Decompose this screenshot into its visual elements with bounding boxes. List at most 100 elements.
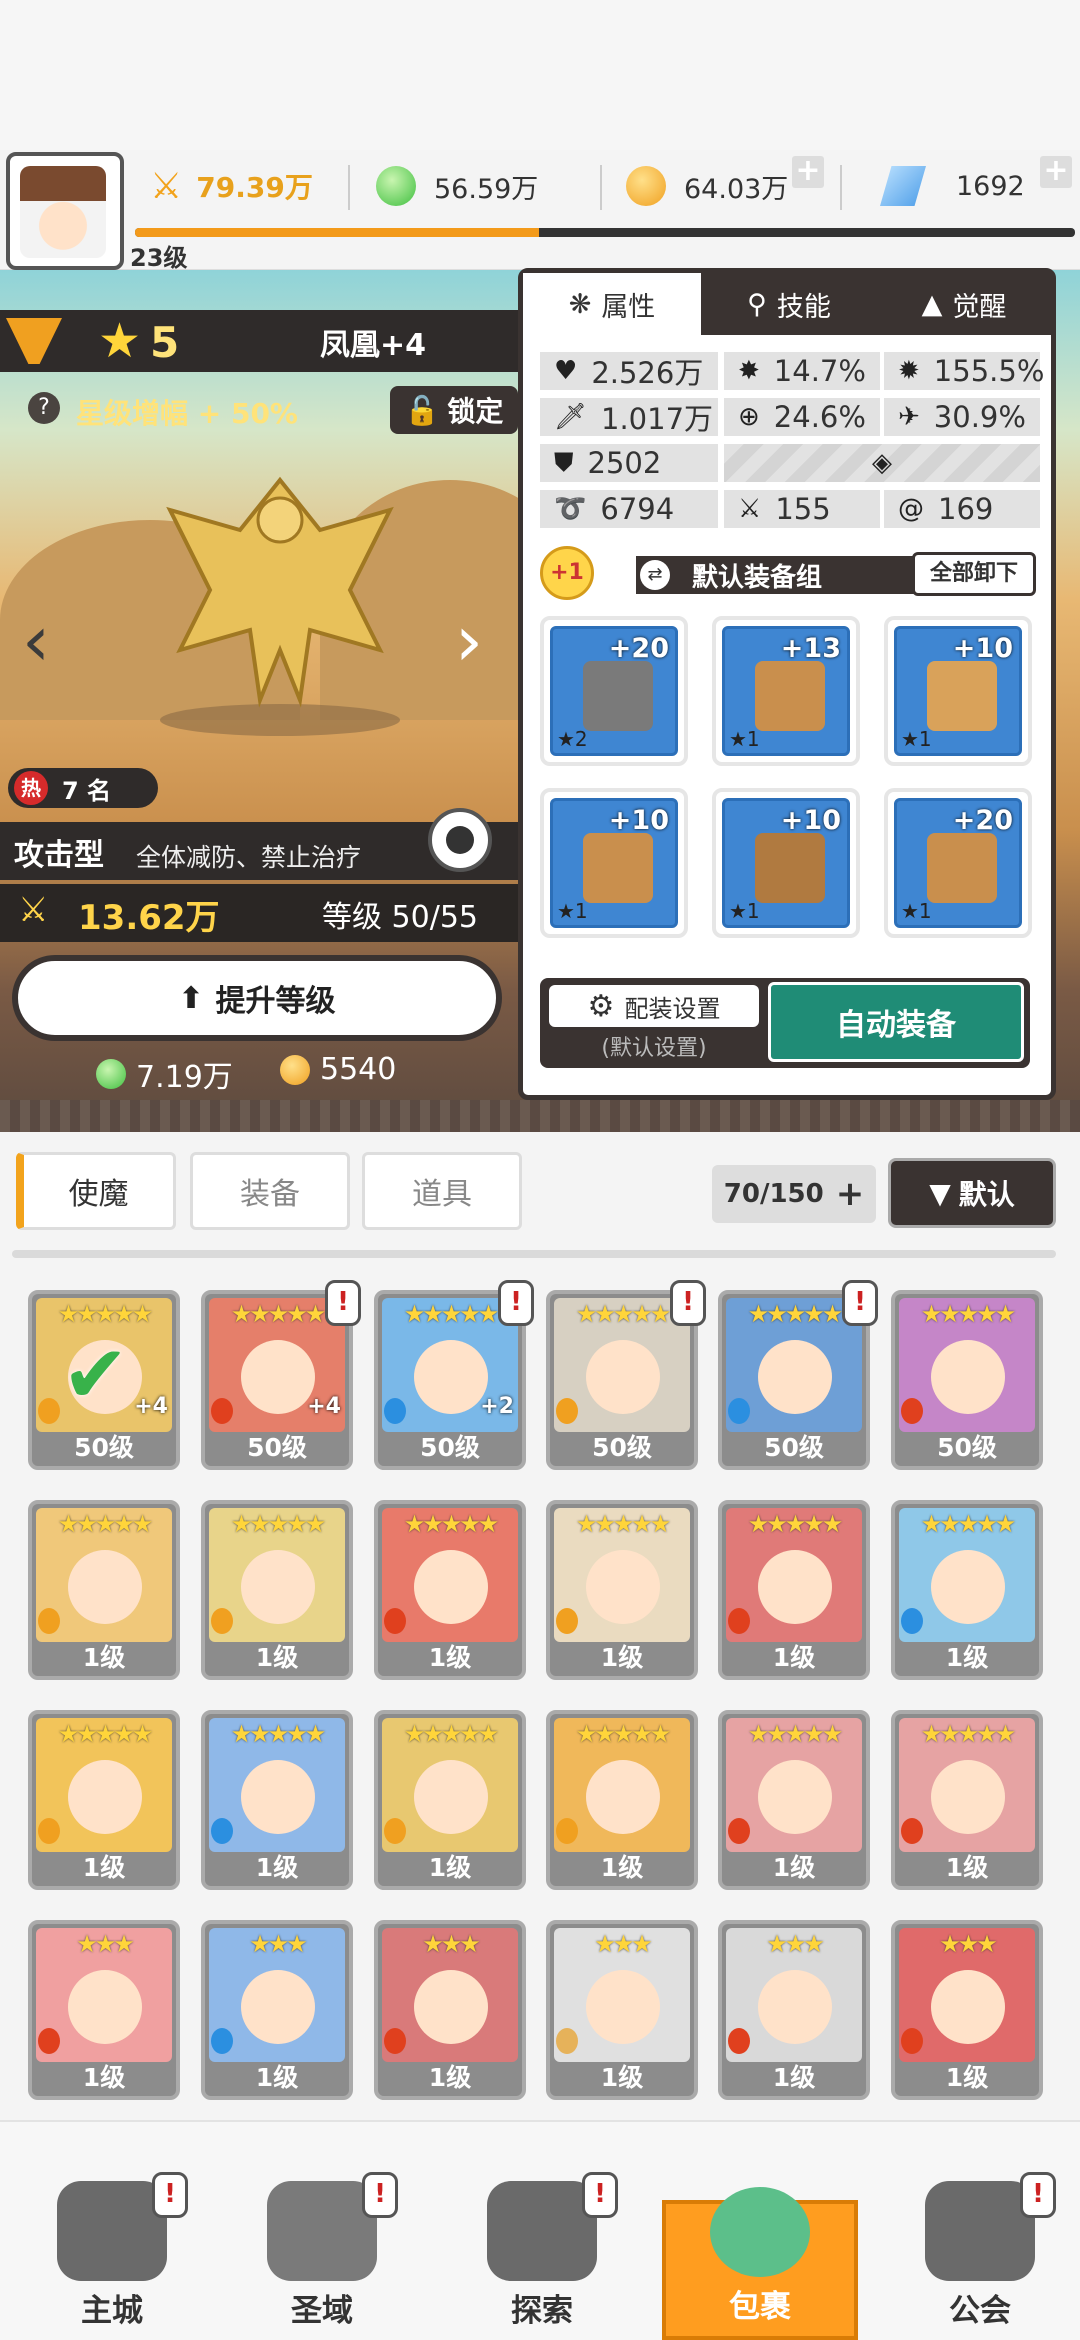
- familiar-level: 1级: [82, 1643, 126, 1672]
- familiar-level: 1级: [255, 2063, 299, 2092]
- familiar-card[interactable]: ★★★★★ 50级: [891, 1290, 1043, 1470]
- add-slots-icon[interactable]: +: [836, 1174, 865, 1214]
- stat-crit-rate: ✸ 14.7%: [724, 352, 880, 390]
- slot-enhance-level: +10: [608, 805, 669, 836]
- equip-slot-belt[interactable]: +10 ★1: [540, 788, 688, 938]
- burst-icon: ✸: [738, 356, 760, 386]
- element-icon: [384, 1398, 406, 1424]
- heart-icon: ♥: [554, 356, 578, 386]
- green-orb-icon: [376, 166, 416, 206]
- element-icon: [384, 1608, 406, 1634]
- element-icon: [384, 2028, 406, 2054]
- upgrade-level-button[interactable]: ⬆ 提升等级: [12, 955, 502, 1041]
- familiar-stars: ★★★: [939, 1930, 998, 1958]
- familiar-card[interactable]: ★★★★★ 1级: [546, 1500, 698, 1680]
- familiar-card[interactable]: ★★★★★ 1级: [891, 1500, 1043, 1680]
- familiar-plus: +4: [307, 1394, 341, 1419]
- familiar-face: [586, 1340, 660, 1414]
- sun-icon: ✹: [898, 356, 920, 386]
- familiar-card[interactable]: ★★★ 1级: [718, 1920, 870, 2100]
- hero-power: 13.62万: [78, 898, 220, 938]
- reset-icon[interactable]: [428, 808, 492, 872]
- skill-icon: ⚲: [747, 288, 767, 320]
- slot-enhance-level: +10: [952, 633, 1013, 664]
- familiar-card[interactable]: ★★★★★ 1级: [374, 1710, 526, 1890]
- equip-slot-sword[interactable]: +20 ★2: [540, 616, 688, 766]
- familiar-card[interactable]: ★★★★★ 1级: [718, 1500, 870, 1680]
- slot-stars: ★1: [901, 899, 932, 923]
- familiar-card[interactable]: ★★★★★ 1级: [201, 1710, 353, 1890]
- familiar-card[interactable]: ★★★★★ 1级: [546, 1710, 698, 1890]
- slot-stars: ★1: [729, 899, 760, 923]
- familiar-card[interactable]: ★★★ 1级: [28, 1920, 180, 2100]
- familiar-card[interactable]: ★★★★★ 1级: [201, 1500, 353, 1680]
- familiar-card[interactable]: ★★★★★ 1级: [374, 1500, 526, 1680]
- tab-familiars[interactable]: 使魔: [16, 1152, 176, 1230]
- familiar-card[interactable]: ★★★ 1级: [201, 1920, 353, 2100]
- inventory-count: 70/150 +: [712, 1165, 876, 1223]
- familiar-level: 1级: [600, 1853, 644, 1882]
- familiar-level: 1级: [772, 1853, 816, 1882]
- green-orb-icon: [96, 1059, 126, 1089]
- familiar-stars: ★★★★★: [920, 1510, 1017, 1538]
- shield-icon: ⛊: [554, 447, 574, 478]
- divider: [600, 165, 602, 210]
- tab-skills[interactable]: ⚲ 技能: [701, 273, 877, 335]
- tab-attributes[interactable]: ❋ 属性: [523, 273, 701, 335]
- familiar-card[interactable]: ★★★★★ 50级 +4 ✔: [28, 1290, 180, 1470]
- loadout-settings-button[interactable]: ⚙ 配装设置: [549, 985, 759, 1027]
- sword-stone-icon: [487, 2181, 597, 2281]
- hero-star-count: 5: [150, 318, 180, 367]
- next-hero-arrow[interactable]: ›: [455, 600, 483, 682]
- familiar-card[interactable]: ★★★ 1级: [546, 1920, 698, 2100]
- gear-icon: ⚙: [587, 988, 615, 1024]
- equip-slot-necklace[interactable]: +10 ★1: [712, 788, 860, 938]
- lock-button[interactable]: 🔓 锁定: [390, 386, 518, 434]
- equip-slot-helmet[interactable]: +13 ★1: [712, 616, 860, 766]
- element-icon: [556, 2028, 578, 2054]
- familiar-card[interactable]: ★★★★★ 1级: [28, 1500, 180, 1680]
- equip-group-selector[interactable]: 默认装备组: [636, 556, 916, 594]
- nav-bag[interactable]: 包裹: [662, 2187, 858, 2340]
- phoenix-hero-sprite: [160, 476, 400, 736]
- player-level: 23级: [130, 244, 188, 272]
- familiar-face: [68, 1550, 142, 1624]
- help-icon[interactable]: ?: [28, 392, 60, 424]
- familiar-card[interactable]: ★★★★★ 1级: [891, 1710, 1043, 1890]
- tab-awaken[interactable]: ▲ 觉醒: [877, 273, 1051, 335]
- familiar-level: 1级: [428, 1643, 472, 1672]
- unequip-all-button[interactable]: 全部卸下: [912, 552, 1036, 596]
- swirl-icon: ➰: [554, 494, 587, 524]
- familiar-card[interactable]: ★★★ 1级: [891, 1920, 1043, 2100]
- familiar-level: 1级: [428, 2063, 472, 2092]
- element-icon: [901, 2028, 923, 2054]
- tab-items[interactable]: 道具: [362, 1152, 522, 1230]
- swap-icon[interactable]: ⇄: [640, 560, 670, 590]
- nav-label: 圣域: [291, 2293, 353, 2329]
- equip-slot-armor[interactable]: +10 ★1: [884, 616, 1032, 766]
- familiar-face: [758, 1550, 832, 1624]
- alert-icon: !: [670, 1280, 706, 1326]
- element-icon: [38, 2028, 60, 2054]
- familiar-stars: ★★★: [766, 1930, 825, 1958]
- familiar-stars: ★★★★★: [747, 1510, 844, 1538]
- familiar-plus: +4: [134, 1394, 168, 1419]
- familiar-face: [586, 1970, 660, 2044]
- auto-equip-button[interactable]: 自动装备: [768, 982, 1024, 1062]
- familiar-card[interactable]: ★★★★★ 1级: [28, 1710, 180, 1890]
- familiar-card[interactable]: ★★★ 1级: [374, 1920, 526, 2100]
- sort-dropdown[interactable]: ▼ 默认: [888, 1158, 1056, 1228]
- equip-slot-boots[interactable]: +20 ★1: [884, 788, 1032, 938]
- familiar-face: [931, 1970, 1005, 2044]
- stat-attack: 🗡 1.017万: [540, 398, 718, 436]
- familiar-card[interactable]: ★★★★★ 1级: [718, 1710, 870, 1890]
- alert-icon: !: [362, 2172, 398, 2218]
- tab-equipment[interactable]: 装备: [190, 1152, 350, 1230]
- element-icon: [384, 1818, 406, 1844]
- necklace-icon: [755, 833, 825, 903]
- gem-add-button[interactable]: +: [1040, 156, 1072, 188]
- prev-hero-arrow[interactable]: ‹: [22, 600, 50, 682]
- loadout-subtitle: (默认设置): [601, 1036, 707, 1061]
- gold-add-button[interactable]: +: [792, 156, 824, 188]
- green-currency: 56.59万: [376, 160, 538, 212]
